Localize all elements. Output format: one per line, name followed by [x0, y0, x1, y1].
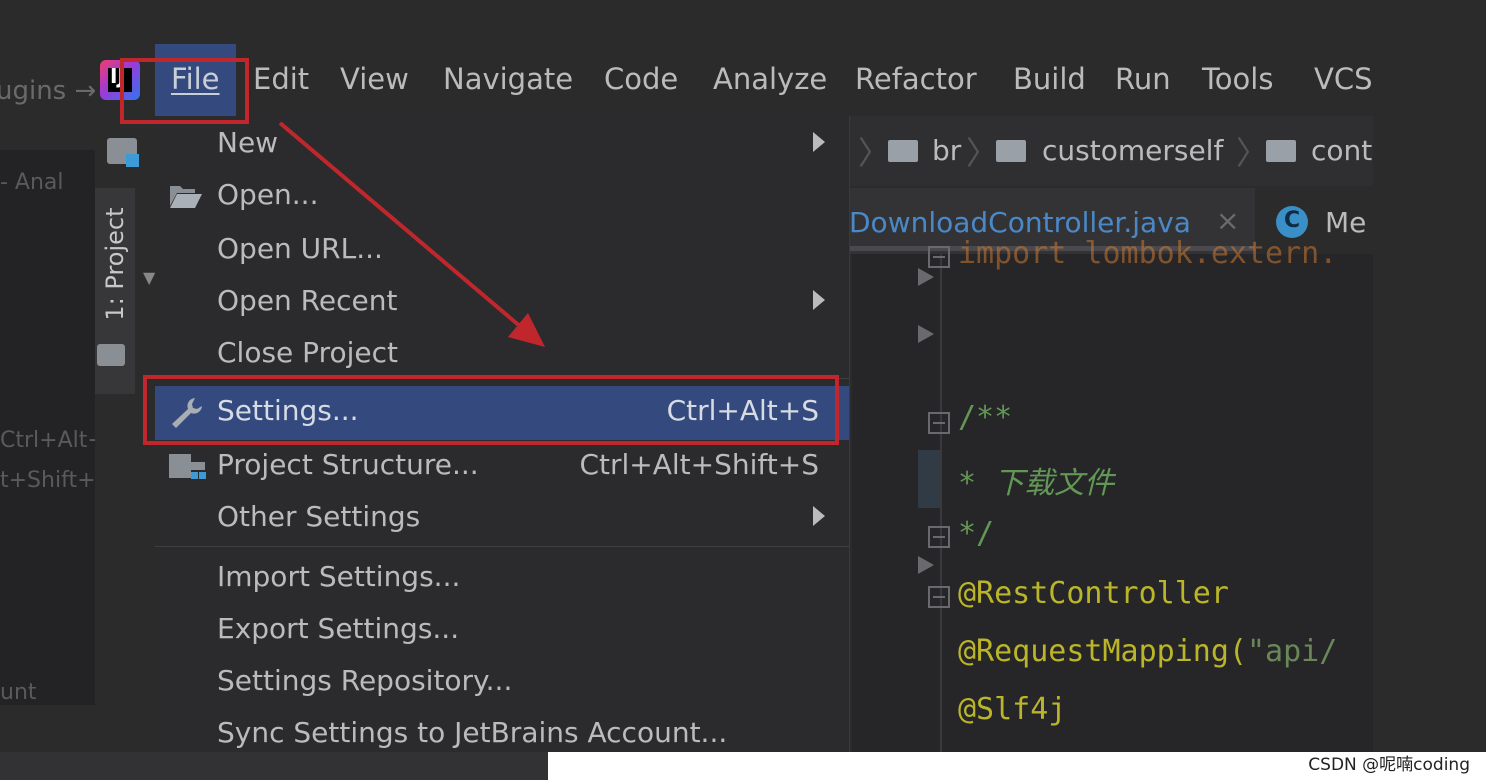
code-token-string: "api/ — [1246, 634, 1338, 669]
breadcrumb-item[interactable]: br — [932, 134, 961, 167]
menu-item-label: New — [217, 126, 279, 159]
menu-vcs[interactable]: VCS — [1314, 62, 1373, 96]
menu-item-other-settings[interactable]: Other Settings — [155, 492, 849, 544]
fold-arrow-icon[interactable] — [918, 268, 934, 286]
gutter-change-marker — [918, 450, 940, 508]
menu-edit[interactable]: Edit — [253, 62, 309, 96]
menu-item-label: Sync Settings to JetBrains Account... — [217, 716, 728, 749]
background-ghost-text: - Anal — [0, 170, 64, 195]
folder-icon — [97, 344, 125, 366]
breadcrumb-item[interactable]: cont — [1311, 134, 1372, 167]
annotation-arrow-icon — [278, 121, 545, 347]
background-right-panel — [1373, 0, 1486, 752]
annotation-box-settings — [143, 375, 839, 445]
menu-item-label: Export Settings... — [217, 612, 460, 645]
project-structure-icon — [169, 454, 206, 479]
menu-item-label: Import Settings... — [217, 560, 461, 593]
menu-item-label: Project Structure... — [217, 448, 479, 481]
code-token: @RequestMapping( — [958, 634, 1247, 669]
close-icon[interactable]: × — [1216, 204, 1239, 237]
menu-item-export-settings[interactable]: Export Settings... — [155, 604, 849, 656]
menu-item-import-settings[interactable]: Import Settings... — [155, 552, 849, 604]
menu-separator — [155, 546, 849, 547]
code-line: /** — [958, 400, 1013, 435]
menu-item-settings-repository[interactable]: Settings Repository... — [155, 656, 849, 708]
fold-icon[interactable] — [928, 586, 950, 608]
breadcrumb-separator-icon: 〉 — [1236, 134, 1269, 172]
code-line: * 下载文件 — [958, 466, 1115, 501]
fold-icon[interactable] — [928, 526, 950, 548]
submenu-arrow-icon — [813, 132, 825, 152]
menu-build[interactable]: Build — [1013, 62, 1086, 96]
tab-label: DownloadController.java — [849, 206, 1191, 239]
fold-icon[interactable] — [928, 412, 950, 434]
background-ghost-text: Ctrl+Alt+ — [0, 428, 106, 453]
tab-label[interactable]: Me — [1325, 206, 1366, 239]
menu-item-label: Settings Repository... — [217, 664, 513, 697]
submenu-arrow-icon — [813, 290, 825, 310]
project-tab-label: 1: Project — [101, 207, 129, 321]
fold-icon[interactable] — [928, 246, 950, 268]
folder-open-icon — [170, 186, 202, 208]
status-bar — [0, 752, 548, 780]
gutter — [940, 254, 942, 752]
menu-navigate[interactable]: Navigate — [443, 62, 573, 96]
folder-icon — [888, 140, 918, 162]
background-ghost-text: t+Shift+ — [0, 468, 96, 493]
menu-run[interactable]: Run — [1115, 62, 1171, 96]
annotation-box-file — [120, 58, 249, 124]
code-line: */ — [958, 516, 995, 551]
menu-item-project-structure[interactable]: Project Structure... Ctrl+Alt+Shift+S — [155, 440, 849, 492]
code-line: @RestController — [958, 576, 1229, 611]
code-line: @RequestMapping("api/ — [958, 634, 1337, 669]
menu-code[interactable]: Code — [604, 62, 678, 96]
background-ghost-text: unt — [0, 680, 37, 705]
project-view-badge-icon — [126, 154, 139, 167]
breadcrumb-item[interactable]: customerself — [1042, 134, 1223, 167]
menu-item-shortcut: Ctrl+Alt+Shift+S — [579, 448, 819, 481]
breadcrumb-separator-icon: 〉 — [858, 134, 891, 172]
submenu-arrow-icon — [813, 506, 825, 526]
menu-refactor[interactable]: Refactor — [855, 62, 977, 96]
menu-item-label: Other Settings — [217, 500, 421, 533]
breadcrumb-separator-icon: 〉 — [966, 134, 999, 172]
menu-tools[interactable]: Tools — [1202, 62, 1273, 96]
fold-arrow-icon[interactable] — [918, 325, 934, 343]
menu-analyze[interactable]: Analyze — [713, 62, 827, 96]
code-line: @Slf4j — [958, 692, 1067, 727]
code-line: import lombok.extern. — [958, 236, 1338, 271]
folder-icon — [996, 140, 1026, 162]
class-icon-letter: C — [1284, 208, 1301, 233]
fold-arrow-icon[interactable] — [918, 556, 934, 574]
background-breadcrumb: ugins → — [0, 76, 97, 106]
menu-view[interactable]: View — [340, 62, 409, 96]
expand-caret-icon[interactable]: ▼ — [143, 268, 155, 287]
folder-icon — [1266, 140, 1296, 162]
watermark: CSDN @呢喃coding — [1308, 755, 1470, 775]
